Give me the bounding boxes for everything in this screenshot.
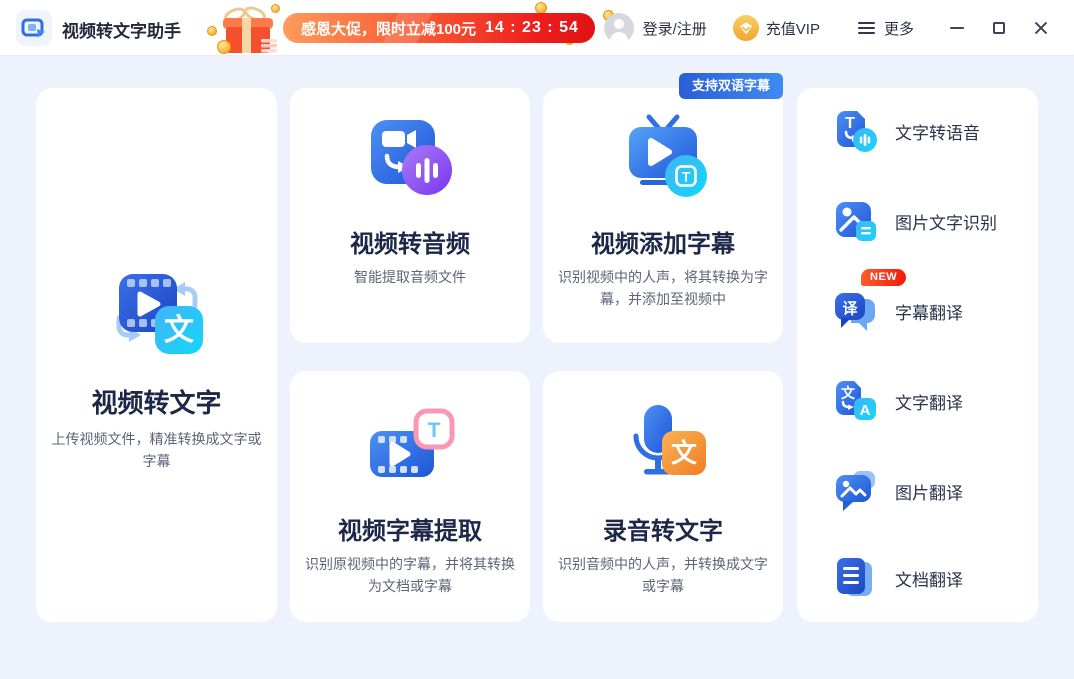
video-to-text-icon: 文 <box>107 266 207 358</box>
recharge-vip-button[interactable]: 充值VIP <box>766 18 820 39</box>
audio-to-text-icon: 文 <box>618 401 708 487</box>
svg-text:T: T <box>428 419 441 442</box>
sidebar-item-text-to-speech[interactable]: T 文字转语音 <box>833 108 980 154</box>
titlebar: 视频转文字助手 感恩大促，限时立减100元 14 : 23 : 54 登录/注册 <box>0 0 1074 56</box>
sidebar-item-image-translate[interactable]: 图片翻译 <box>833 468 963 514</box>
video-subtitle-extract-icon: T <box>362 405 458 483</box>
card-title: 视频转文字 <box>36 383 277 420</box>
card-description: 识别音频中的人声，并转换成文字或字幕 <box>556 553 770 598</box>
maximize-button[interactable] <box>986 15 1012 41</box>
image-translate-icon <box>833 469 879 513</box>
app-title: 视频转文字助手 <box>62 17 181 42</box>
sidebar-item-text-translate[interactable]: 文 A 文字翻译 <box>833 378 963 424</box>
sidebar-item-label: 字幕翻译 <box>895 299 963 324</box>
card-description: 智能提取音频文件 <box>305 266 515 288</box>
new-badge: NEW <box>861 269 906 286</box>
promo-text: 感恩大促，限时立减100元 <box>301 18 476 39</box>
sidebar-item-label: 文字转语音 <box>895 119 980 144</box>
doc-translate-icon <box>833 556 879 600</box>
svg-text:T: T <box>682 169 691 185</box>
minimize-icon <box>950 27 964 29</box>
video-to-audio-icon <box>367 116 453 196</box>
card-description: 上传视频文件，精准转换成文字或字幕 <box>51 428 263 473</box>
card-description: 识别原视频中的字幕，并将其转换为文档或字幕 <box>303 553 517 598</box>
card-title: 视频添加字幕 <box>543 224 783 259</box>
sidebar-item-label: 图片文字识别 <box>895 209 997 234</box>
sidebar-item-doc-translate[interactable]: 文档翻译 <box>833 555 963 601</box>
coin-icon <box>207 26 217 36</box>
tools-sidebar: T 文字转语音 图片文字识别 NEW 译 字幕翻译 <box>797 88 1038 622</box>
video-add-subtitle-icon: T <box>614 112 712 200</box>
text-to-speech-icon: T <box>833 109 879 153</box>
more-button[interactable]: 更多 <box>884 18 914 39</box>
card-video-to-text[interactable]: 文 视频转文字 上传视频文件，精准转换成文字或字幕 <box>36 88 277 622</box>
dual-subtitle-badge: 支持双语字幕 <box>679 73 783 99</box>
maximize-icon <box>993 22 1005 34</box>
close-button[interactable] <box>1028 15 1054 41</box>
card-audio-to-text[interactable]: 文 录音转文字 识别音频中的人声，并转换成文字或字幕 <box>543 371 783 622</box>
svg-text:文: 文 <box>841 385 856 401</box>
app-logo-icon <box>16 10 52 46</box>
sidebar-item-image-ocr[interactable]: 图片文字识别 <box>833 198 997 244</box>
card-title: 视频字幕提取 <box>290 511 530 546</box>
svg-text:文: 文 <box>671 438 698 468</box>
sidebar-item-subtitle-translate[interactable]: NEW 译 字幕翻译 <box>833 288 963 334</box>
promo-pill: 感恩大促，限时立减100元 14 : 23 : 54 <box>283 13 595 43</box>
text-translate-icon: 文 A <box>833 379 879 423</box>
card-video-to-audio[interactable]: 视频转音频 智能提取音频文件 <box>290 88 530 343</box>
promo-banner[interactable]: 感恩大促，限时立减100元 14 : 23 : 54 <box>205 0 625 56</box>
coin-icon <box>217 40 231 54</box>
card-video-subtitle-extract[interactable]: T 视频字幕提取 识别原视频中的字幕，并将其转换为文档或字幕 <box>290 371 530 622</box>
sidebar-item-label: 图片翻译 <box>895 479 963 504</box>
subtitle-translate-icon: 译 <box>833 289 879 333</box>
login-register-button[interactable]: 登录/注册 <box>643 18 707 39</box>
svg-text:A: A <box>860 402 871 419</box>
close-icon <box>1033 20 1049 36</box>
card-title: 视频转音频 <box>290 224 530 259</box>
titlebar-actions: 登录/注册 充值VIP 更多 <box>604 0 1074 56</box>
card-description: 识别视频中的人声，将其转换为字幕，并添加至视频中 <box>549 266 777 311</box>
vip-diamond-icon[interactable] <box>733 15 759 41</box>
sidebar-item-label: 文档翻译 <box>895 566 963 591</box>
menu-icon[interactable] <box>858 22 875 34</box>
sidebar-item-label: 文字翻译 <box>895 389 963 414</box>
coin-icon <box>271 4 280 13</box>
avatar[interactable] <box>604 13 634 43</box>
svg-text:译: 译 <box>842 301 858 318</box>
image-ocr-icon <box>833 199 879 243</box>
svg-text:文: 文 <box>164 313 194 347</box>
card-title: 录音转文字 <box>543 511 783 546</box>
minimize-button[interactable] <box>944 15 970 41</box>
promo-countdown: 14 : 23 : 54 <box>485 19 579 37</box>
card-video-add-subtitle[interactable]: 支持双语字幕 T 视频添加字幕 识别视频中的人声，将其转换为字幕，并添加至视频中 <box>543 88 783 343</box>
svg-text:T: T <box>845 115 855 132</box>
